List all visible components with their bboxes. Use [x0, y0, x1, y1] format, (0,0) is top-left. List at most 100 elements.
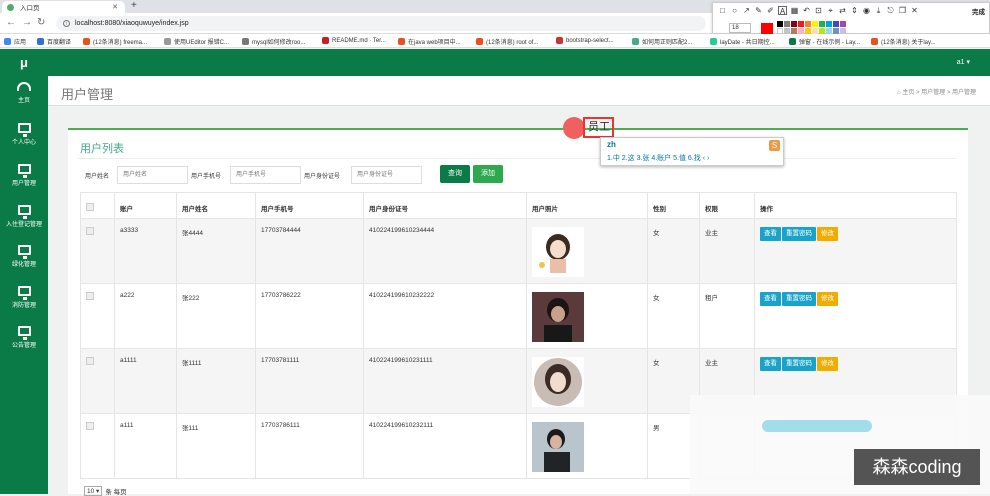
- browser-tab[interactable]: 入口页 ✕: [2, 1, 125, 13]
- role-cell: 租户: [699, 283, 755, 349]
- text-tool-icon[interactable]: A: [778, 6, 787, 16]
- phone-cell: 17703786222: [255, 283, 364, 349]
- bookmark-item[interactable]: 百度翻译: [37, 37, 71, 46]
- translate-icon[interactable]: ⇄: [838, 6, 847, 15]
- column-header: 账户: [114, 192, 177, 219]
- user-photo: [532, 422, 584, 472]
- bookmark-item[interactable]: 应用: [4, 37, 26, 46]
- bookmark-item[interactable]: layDate - 共日期控...: [710, 37, 775, 46]
- bookmark-item[interactable]: README.md · Ter...: [322, 37, 386, 44]
- tab-favicon-icon: [7, 3, 14, 11]
- sidebar-item-fire[interactable]: 消防管理: [0, 282, 48, 322]
- idcard-cell: 410224199610234444: [363, 218, 527, 284]
- mosaic-tool-icon[interactable]: ▦: [790, 6, 799, 15]
- phone-filter-input[interactable]: [230, 166, 301, 184]
- bookmark-item[interactable]: bootstrap-select...: [556, 37, 614, 44]
- arrow-tool-icon[interactable]: ↗: [742, 6, 751, 15]
- bookmark-item[interactable]: (12条消息) 关于lay...: [871, 37, 936, 46]
- pin-icon[interactable]: ⌖: [826, 6, 835, 15]
- ime-candidate-window: zh S 1.中 2.这 3.张 4.账户 5.值 6.找 ‹ ›: [600, 137, 784, 166]
- bookmark-item[interactable]: 如何用正则匹配2...: [632, 37, 692, 46]
- name-cell: 张111: [176, 413, 256, 479]
- edit-button[interactable]: 修改: [817, 227, 838, 241]
- copy-icon[interactable]: ❐: [898, 6, 907, 15]
- row-checkbox[interactable]: [86, 292, 94, 300]
- breadcrumb: ⌂ 主页 > 用户管理 > 用户管理: [897, 90, 976, 96]
- row-checkbox[interactable]: [86, 422, 94, 430]
- monitor-icon: [17, 164, 31, 178]
- reset-password-button[interactable]: 重置密码: [782, 227, 816, 241]
- ellipse-tool-icon[interactable]: ○: [730, 6, 739, 15]
- done-button[interactable]: 完成: [972, 6, 985, 16]
- bookmark-item[interactable]: 使用UEditor 报错C...: [164, 37, 229, 46]
- download-icon[interactable]: ⤓: [874, 6, 883, 15]
- back-icon[interactable]: ←: [6, 17, 16, 28]
- cancel-icon[interactable]: ✕: [910, 6, 919, 15]
- column-header: 权限: [699, 192, 755, 219]
- sidebar-item-users[interactable]: 用户管理: [0, 160, 48, 200]
- record-icon[interactable]: ◉: [862, 6, 871, 15]
- share-icon[interactable]: ⎋: [886, 6, 895, 15]
- column-header: 用户身份证号: [363, 192, 527, 219]
- account-cell: a1111: [114, 348, 177, 414]
- reload-icon[interactable]: ↻: [37, 17, 45, 28]
- sidebar-item-greening[interactable]: 绿化管理: [0, 241, 48, 281]
- sidebar-item-label: 消防管理: [11, 303, 36, 309]
- pen-tool-icon[interactable]: ✎: [754, 6, 763, 15]
- forward-icon[interactable]: →: [22, 17, 32, 28]
- bookmarks-bar: 应用 百度翻译 (12条消息) freema... 使用UEditor 报错C... m…: [0, 34, 990, 48]
- phone-filter-label: 用户手机号: [191, 174, 222, 180]
- reset-password-button[interactable]: 重置密码: [782, 292, 816, 306]
- phone-cell: 17703786111: [255, 413, 364, 479]
- sidebar-item-notice[interactable]: 公告管理: [0, 322, 48, 362]
- user-menu[interactable]: a1 ▾: [957, 58, 970, 66]
- row-checkbox[interactable]: [86, 357, 94, 365]
- font-size-select[interactable]: 18: [729, 23, 751, 33]
- edit-button[interactable]: 修改: [817, 292, 838, 306]
- close-icon[interactable]: ✕: [112, 3, 118, 11]
- color-palette[interactable]: [777, 21, 846, 34]
- reset-password-button[interactable]: 重置密码: [782, 357, 816, 371]
- bookmark-favicon-icon: [164, 38, 171, 45]
- scroll-capture-icon[interactable]: ⇕: [850, 6, 859, 15]
- bookmark-item[interactable]: mysql如何修改roo...: [242, 37, 305, 46]
- bookmark-favicon-icon: [710, 38, 717, 45]
- ocr-icon[interactable]: ⊡: [814, 6, 823, 15]
- view-button[interactable]: 查看: [760, 227, 781, 241]
- monitor-icon: [17, 245, 31, 259]
- view-button[interactable]: 查看: [760, 292, 781, 306]
- sogou-ime-icon: S: [769, 140, 780, 151]
- add-button[interactable]: 添加: [473, 165, 503, 183]
- bookmark-label: bootstrap-select...: [566, 37, 614, 44]
- bookmark-item[interactable]: 在java web项目中...: [398, 37, 461, 46]
- sidebar-item-label: 主页: [17, 98, 30, 104]
- row-checkbox[interactable]: [86, 227, 94, 235]
- bookmark-label: (12条消息) root of...: [486, 40, 539, 46]
- select-all-checkbox[interactable]: [86, 203, 94, 211]
- user-photo: [532, 292, 584, 342]
- ime-candidates[interactable]: 1.中 2.这 3.张 4.账户 5.值 6.找 ‹ ›: [607, 153, 709, 163]
- select-all-cell[interactable]: [80, 192, 115, 219]
- undo-icon[interactable]: ↶: [802, 6, 811, 15]
- search-button[interactable]: 查询: [440, 165, 470, 183]
- new-tab-icon[interactable]: +: [131, 0, 137, 11]
- column-header: 操作: [754, 192, 957, 219]
- bookmark-item[interactable]: (12条消息) root of...: [476, 37, 538, 46]
- bookmark-label: 在java web项目中...: [408, 40, 461, 46]
- sidebar-item-home[interactable]: 主页: [0, 79, 48, 119]
- id-filter-input[interactable]: [351, 166, 422, 184]
- sidebar-item-profile[interactable]: 个人中心: [0, 119, 48, 159]
- edit-button[interactable]: 修改: [817, 357, 838, 371]
- url-input[interactable]: i localhost:8080/xiaoquwuye/index.jsp: [56, 16, 706, 31]
- marker-tool-icon[interactable]: ✐: [766, 6, 775, 15]
- sidebar-item-checkin[interactable]: 入住登记管理: [0, 201, 48, 241]
- bookmark-label: 使用UEditor 报错C...: [174, 40, 230, 46]
- rectangle-tool-icon[interactable]: □: [718, 6, 727, 15]
- bookmark-item[interactable]: (12条消息) freema...: [83, 37, 147, 46]
- annotation-toolbar: □ ○ ↗ ✎ ✐ A ▦ ↶ ⊡ ⌖ ⇄ ⇕ ◉ ⤓ ⎋ ❐ ✕ 完成 18: [712, 2, 990, 35]
- view-button[interactable]: 查看: [760, 357, 781, 371]
- name-filter-input[interactable]: [117, 166, 188, 184]
- user-photo: [532, 227, 584, 277]
- page-size-select[interactable]: 10 ▾: [84, 486, 103, 496]
- bookmark-item[interactable]: 弹窗 - 在线示例 - Lay...: [789, 37, 860, 46]
